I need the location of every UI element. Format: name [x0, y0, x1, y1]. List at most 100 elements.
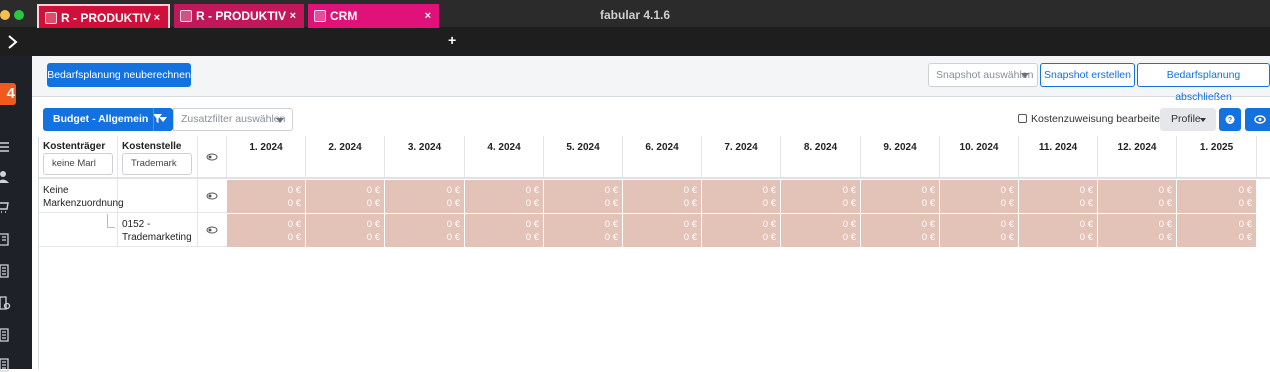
- value-cell[interactable]: 0 €0 €: [465, 214, 544, 247]
- cell-amount: 0 €: [366, 232, 380, 243]
- value-cell[interactable]: 0 €0 €: [861, 180, 940, 213]
- cell-amount: 0 €: [921, 198, 935, 209]
- value-cell[interactable]: 0 €0 €: [465, 180, 544, 213]
- cell-amount: 0 €: [366, 198, 380, 209]
- value-cell[interactable]: 0 €0 €: [623, 180, 702, 213]
- cell-amount: 0 €: [525, 232, 539, 243]
- column-divider: [117, 136, 118, 247]
- cell-amount: 0 €: [1079, 232, 1093, 243]
- help-button[interactable]: ?: [1219, 108, 1241, 131]
- value-cell[interactable]: 0 €0 €: [306, 214, 385, 247]
- edit-document-icon[interactable]: [0, 233, 14, 247]
- tab-crm[interactable]: CRM ×: [308, 4, 439, 28]
- tab-close-icon[interactable]: ×: [154, 6, 160, 30]
- cell-amount: 0 €: [287, 185, 301, 196]
- view-button[interactable]: [1245, 108, 1270, 131]
- cell-amount: 0 €: [1079, 185, 1093, 196]
- cell-amount: 0 €: [446, 232, 460, 243]
- value-cell[interactable]: 0 €0 €: [1098, 180, 1177, 213]
- profile-label: Profile: [1171, 113, 1201, 125]
- cell-amount: 0 €: [762, 185, 776, 196]
- sidebar-toggle-icon[interactable]: [6, 32, 26, 52]
- create-snapshot-button[interactable]: Snapshot erstellen: [1040, 63, 1135, 87]
- cell-amount: 0 €: [446, 219, 460, 230]
- cell-amount: 0 €: [446, 185, 460, 196]
- cell-amount: 0 €: [287, 198, 301, 209]
- value-cell[interactable]: 0 €0 €: [702, 214, 781, 247]
- cell-amount: 0 €: [762, 232, 776, 243]
- profile-dropdown[interactable]: Profile: [1160, 108, 1216, 131]
- budget-dropdown-toggle[interactable]: [153, 108, 173, 131]
- cell-amount: 0 €: [1238, 219, 1252, 230]
- tab-r-produktiv-2[interactable]: R - PRODUKTIV ×: [174, 4, 304, 28]
- value-cell[interactable]: 0 €0 €: [1019, 180, 1098, 213]
- value-cell[interactable]: 0 €0 €: [1177, 180, 1257, 213]
- visibility-toggle-icon[interactable]: [206, 226, 218, 234]
- chevron-down-icon: [1200, 118, 1206, 122]
- recalculate-button[interactable]: Bedarfsplanung neuberechnen: [47, 63, 191, 87]
- month-header: 1. 2024: [227, 136, 306, 178]
- cell-amount: 0 €: [525, 219, 539, 230]
- cell-amount: 0 €: [604, 219, 618, 230]
- cell-amount: 0 €: [287, 232, 301, 243]
- app-logo: 4: [0, 83, 16, 105]
- calculator-icon[interactable]: [0, 296, 14, 310]
- add-tab-button[interactable]: +: [448, 32, 456, 48]
- cell-amount: 0 €: [683, 232, 697, 243]
- building-icon[interactable]: [0, 264, 14, 278]
- value-cell[interactable]: 0 €0 €: [385, 180, 465, 213]
- header-divider: [39, 177, 1270, 179]
- value-cell[interactable]: 0 €0 €: [385, 214, 465, 247]
- value-cell[interactable]: 0 €0 €: [623, 214, 702, 247]
- value-cell[interactable]: 0 €0 €: [781, 180, 861, 213]
- visibility-toggle-icon[interactable]: [206, 192, 218, 200]
- cell-amount: 0 €: [1000, 198, 1014, 209]
- cell-amount: 0 €: [842, 185, 856, 196]
- snapshot-select[interactable]: Snapshot auswählen: [928, 63, 1038, 87]
- cart-icon[interactable]: [0, 201, 14, 215]
- list-icon[interactable]: [0, 328, 14, 342]
- cost-assignment-checkbox[interactable]: [1018, 114, 1027, 123]
- value-cell[interactable]: 0 €0 €: [861, 214, 940, 247]
- extra-filter-select[interactable]: Zusatzfilter auswählen: [173, 108, 293, 131]
- tab-close-icon[interactable]: ×: [290, 4, 296, 28]
- cell-amount: 0 €: [762, 219, 776, 230]
- value-cell[interactable]: 0 €0 €: [702, 180, 781, 213]
- value-cell[interactable]: 0 €0 €: [1019, 214, 1098, 247]
- value-cell[interactable]: 0 €0 €: [544, 180, 623, 213]
- month-header: 7. 2024: [702, 136, 781, 178]
- value-cell[interactable]: 0 €0 €: [940, 180, 1019, 213]
- user-icon[interactable]: [0, 170, 14, 184]
- value-cell[interactable]: 0 €0 €: [227, 180, 306, 213]
- tab-r-produktiv-1[interactable]: R - PRODUKTIV ×: [37, 4, 170, 28]
- month-header: 4. 2024: [465, 136, 544, 178]
- month-header: 3. 2024: [385, 136, 465, 178]
- tab-label: R - PRODUKTIV: [61, 11, 151, 25]
- value-cell[interactable]: 0 €0 €: [781, 214, 861, 247]
- value-cell[interactable]: 0 €0 €: [544, 214, 623, 247]
- eye-icon: [1254, 115, 1266, 124]
- value-cell[interactable]: 0 €0 €: [1098, 214, 1177, 247]
- cost-assignment-toggle[interactable]: Kostenzuweisung bearbeiten: [1018, 113, 1166, 125]
- row-divider: [39, 246, 227, 247]
- kostenstelle-filter-input[interactable]: Trademark: [122, 153, 192, 175]
- finish-planning-button[interactable]: Bedarfsplanung abschließen: [1137, 63, 1270, 103]
- value-cell[interactable]: 0 €0 €: [227, 214, 306, 247]
- menu-icon[interactable]: [0, 140, 14, 154]
- month-header: 10. 2024: [940, 136, 1019, 178]
- kostentraeger-filter-input[interactable]: keine Marl: [43, 153, 113, 175]
- extra-filter-placeholder: Zusatzfilter auswählen: [181, 113, 286, 125]
- visibility-toggle-icon[interactable]: [206, 153, 218, 161]
- budget-filter-label: Budget - Allgemein: [53, 113, 149, 125]
- cell-amount: 0 €: [446, 198, 460, 209]
- value-cell[interactable]: 0 €0 €: [940, 214, 1019, 247]
- cell-amount: 0 €: [1158, 185, 1172, 196]
- value-cell[interactable]: 0 €0 €: [306, 180, 385, 213]
- cell-amount: 0 €: [1000, 185, 1014, 196]
- tab-close-icon[interactable]: ×: [425, 4, 431, 28]
- value-cell[interactable]: 0 €0 €: [1177, 214, 1257, 247]
- cell-amount: 0 €: [287, 219, 301, 230]
- cell-amount: 0 €: [366, 219, 380, 230]
- cell-amount: 0 €: [762, 198, 776, 209]
- report-icon[interactable]: [0, 358, 14, 372]
